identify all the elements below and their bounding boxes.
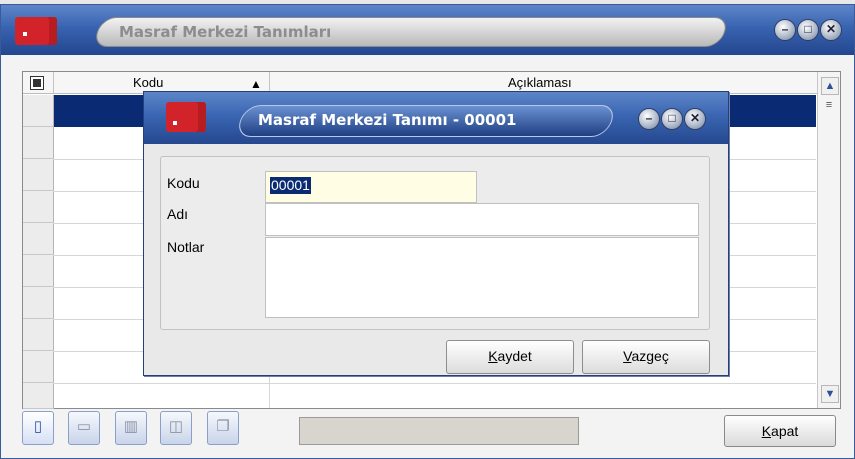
row-indicator[interactable]: [23, 287, 54, 319]
save-button[interactable]: Kaydet: [446, 340, 574, 374]
row-indicator[interactable]: [23, 383, 54, 409]
save-button-mnemonic: K: [488, 348, 498, 364]
minimize-icon[interactable]: –: [774, 19, 796, 41]
close-button-label: apat: [771, 423, 799, 439]
row-indicator[interactable]: [23, 127, 54, 159]
row-indicator[interactable]: [23, 159, 54, 191]
dialog-form-panel: Kodu 00001 Adı Notlar: [160, 156, 710, 330]
vertical-scrollbar[interactable]: ▲ ≡ ▼: [817, 72, 840, 408]
kodu-label: Kodu: [167, 175, 200, 191]
app-logo-icon: [15, 17, 57, 45]
close-button[interactable]: Kapat: [724, 415, 836, 447]
save-button-label: aydet: [497, 348, 532, 364]
column-header-kodu[interactable]: Kodu: [133, 75, 163, 90]
dialog-title-bar[interactable]: Masraf Merkezi Tanımı - 00001 – □ ✕: [144, 92, 728, 144]
notlar-label: Notlar: [167, 239, 205, 255]
app-logo-icon: [166, 102, 206, 132]
column-header-aciklamasi[interactable]: Açıklaması: [508, 75, 572, 90]
dialog-title: Masraf Merkezi Tanımı - 00001: [258, 111, 517, 129]
scroll-thumb[interactable]: ≡: [822, 98, 836, 112]
sort-ascending-icon[interactable]: ▲: [250, 77, 262, 91]
notlar-textarea[interactable]: [265, 237, 699, 318]
close-icon[interactable]: ✕: [820, 19, 842, 41]
adi-label: Adı: [167, 206, 189, 222]
status-field: [299, 417, 579, 445]
scroll-down-icon[interactable]: ▼: [821, 385, 839, 403]
cancel-button[interactable]: Vazgeç: [582, 340, 710, 374]
kodu-value: 00001: [270, 177, 311, 194]
row-indicator[interactable]: [23, 223, 54, 255]
column-divider: [53, 72, 54, 94]
new-document-icon[interactable]: ▯: [22, 411, 54, 445]
delete-trash-icon[interactable]: ▥: [115, 411, 147, 445]
maximize-icon[interactable]: □: [661, 108, 683, 130]
close-button-mnemonic: K: [761, 423, 772, 439]
minimize-icon[interactable]: –: [638, 108, 660, 130]
cancel-button-label: azgeç: [631, 348, 669, 364]
outer-title-bar[interactable]: Masraf Merkezi Tanımları – □ ✕: [1, 5, 854, 55]
row-indicator[interactable]: [23, 351, 54, 383]
close-icon[interactable]: ✕: [684, 108, 706, 130]
maximize-icon[interactable]: □: [797, 19, 819, 41]
row-indicator[interactable]: [23, 191, 54, 223]
select-all-checkbox[interactable]: [30, 76, 44, 90]
copy-icon[interactable]: ❐: [207, 411, 239, 445]
row-indicator[interactable]: [23, 95, 54, 127]
scroll-up-icon[interactable]: ▲: [821, 77, 839, 95]
row-divider: [53, 383, 816, 384]
cost-center-definition-dialog: Masraf Merkezi Tanımı - 00001 – □ ✕ Kodu…: [143, 91, 729, 376]
preview-icon[interactable]: ◫: [160, 411, 192, 445]
kodu-input[interactable]: 00001: [265, 171, 477, 203]
row-indicator[interactable]: [23, 255, 54, 287]
open-folder-icon[interactable]: ▭: [68, 411, 100, 445]
adi-input[interactable]: [265, 203, 699, 236]
row-indicator[interactable]: [23, 319, 54, 351]
outer-window-title: Masraf Merkezi Tanımları: [119, 23, 332, 41]
